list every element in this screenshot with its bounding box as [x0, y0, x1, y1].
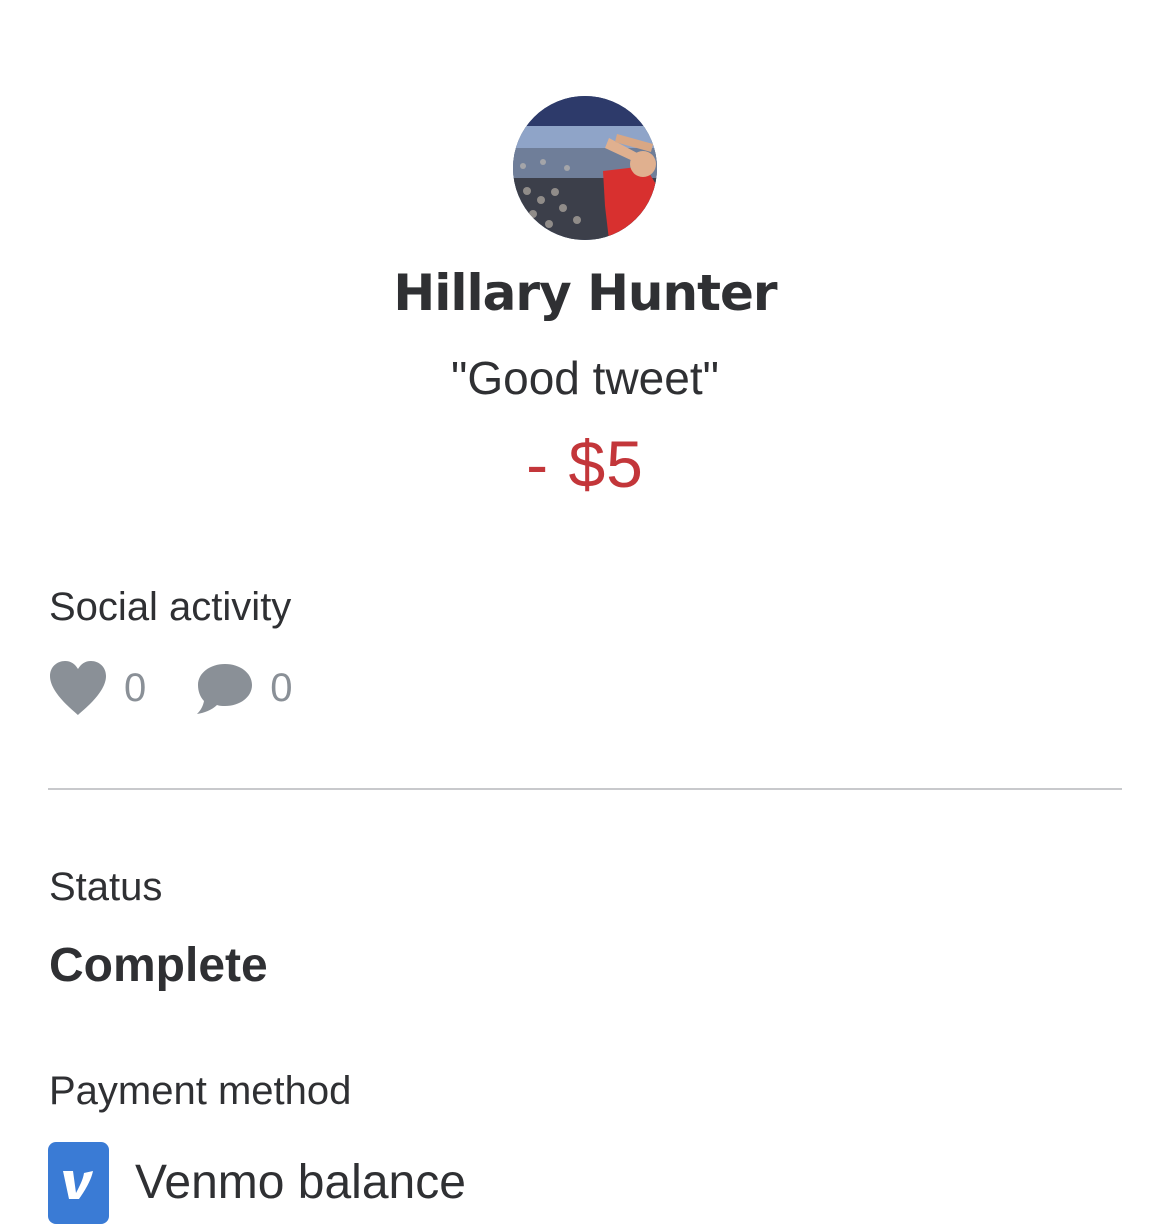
venmo-logo-icon	[48, 1142, 109, 1224]
heart-icon	[50, 661, 106, 715]
payment-note: "Good tweet"	[451, 352, 719, 404]
social-activity-row: 0 0	[48, 656, 293, 720]
payment-method-label: Payment method	[49, 1069, 352, 1113]
avatar[interactable]	[513, 96, 657, 240]
recipient-name[interactable]: Hillary Hunter	[0, 258, 1170, 328]
section-divider	[48, 788, 1122, 790]
status-value: Complete	[49, 939, 268, 992]
like-button[interactable]: 0	[48, 660, 146, 716]
comment-bubble-icon	[197, 664, 253, 714]
comment-count: 0	[270, 666, 293, 710]
payment-method-row: Venmo balance	[48, 1142, 466, 1224]
comment-button[interactable]: 0	[194, 660, 293, 716]
avatar-photo	[513, 96, 657, 240]
like-count: 0	[124, 666, 147, 710]
social-activity-label: Social activity	[49, 585, 292, 629]
payment-amount: - $5	[526, 427, 644, 501]
status-label: Status	[49, 865, 163, 909]
payment-method-value: Venmo balance	[135, 1156, 466, 1209]
